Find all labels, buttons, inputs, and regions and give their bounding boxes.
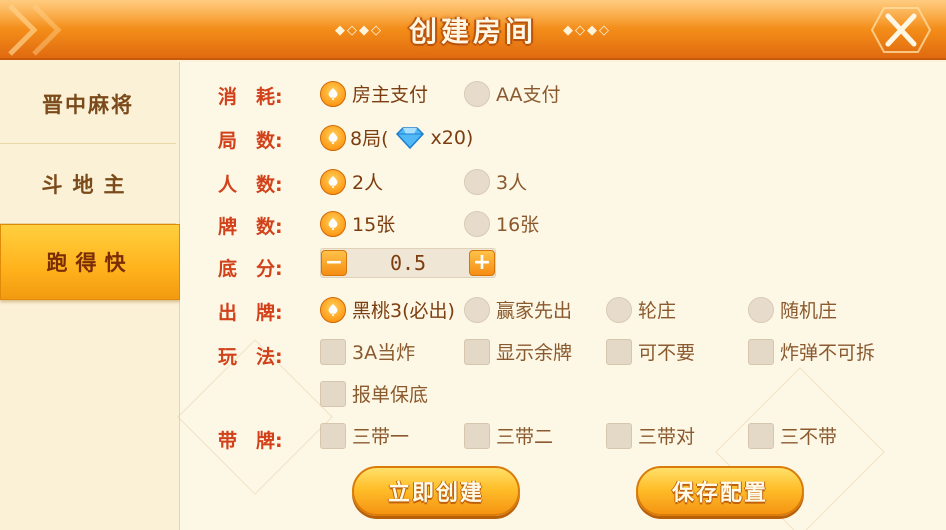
checkbox-icon xyxy=(606,338,632,365)
checkbox-label: 炸弹不可拆 xyxy=(780,342,876,364)
base-score-value: 0.5 xyxy=(389,251,427,275)
radio-label: 16张 xyxy=(496,214,540,236)
radio-unselected-icon xyxy=(606,296,632,323)
checkbox-icon xyxy=(748,422,774,449)
radio-unselected-icon xyxy=(464,80,490,107)
players-2-radio[interactable]: 2人 xyxy=(320,168,383,195)
checkbox-label: 三带对 xyxy=(638,426,696,448)
settings-panel: 消 耗: 房主支付 AA支付 局 数: 8局( x20) 人 数: 2人 3人 xyxy=(177,62,946,530)
players-label: 人 数: xyxy=(218,174,283,196)
create-room-button[interactable]: 立即创建 xyxy=(352,466,520,516)
decrement-button[interactable]: − xyxy=(321,250,347,276)
checkbox-label: 报单保底 xyxy=(352,384,429,406)
radio-selected-icon xyxy=(320,124,346,151)
play-first-random-radio[interactable]: 随机庄 xyxy=(748,296,837,323)
radio-label: 3人 xyxy=(496,172,528,194)
radio-selected-icon xyxy=(320,210,346,237)
radio-selected-icon xyxy=(320,168,346,195)
play-first-label: 出 牌: xyxy=(218,302,283,324)
rule-show-remaining-checkbox[interactable]: 显示余牌 xyxy=(464,338,572,365)
title-deco-left: ◆◇◆◇ xyxy=(334,22,383,38)
radio-unselected-icon xyxy=(464,210,490,237)
radio-label: 2人 xyxy=(352,172,384,194)
radio-unselected-icon xyxy=(464,296,490,323)
diamond-gem-icon xyxy=(395,126,424,149)
consume-owner-pay-radio[interactable]: 房主支付 xyxy=(320,80,428,107)
checkbox-icon xyxy=(464,422,490,449)
with-three-pair-checkbox[interactable]: 三带对 xyxy=(606,422,695,449)
radio-unselected-icon xyxy=(464,168,490,195)
consume-aa-pay-radio[interactable]: AA支付 xyxy=(464,80,561,107)
rule-3a-bomb-checkbox[interactable]: 3A当炸 xyxy=(320,338,415,365)
sidebar-item-label: 晋中麻将 xyxy=(42,92,134,117)
radio-label: 黑桃3(必出) xyxy=(352,300,455,322)
with-three-two-checkbox[interactable]: 三带二 xyxy=(464,422,553,449)
radio-label: 赢家先出 xyxy=(496,300,573,322)
radio-label: 随机庄 xyxy=(780,300,838,322)
checkbox-label: 3A当炸 xyxy=(352,342,416,364)
with-cards-label: 带 牌: xyxy=(218,430,283,452)
close-icon xyxy=(870,7,932,53)
cards-15-radio[interactable]: 15张 xyxy=(320,210,395,237)
radio-label: 8局( xyxy=(350,128,389,150)
play-first-rotate-radio[interactable]: 轮庄 xyxy=(606,296,676,323)
radio-label: 房主支付 xyxy=(352,84,429,106)
base-score-label: 底 分: xyxy=(218,258,283,280)
rule-can-pass-checkbox[interactable]: 可不要 xyxy=(606,338,695,365)
sidebar-item-label: 跑得快 xyxy=(46,251,134,275)
header-bar: ◆◇◆◇ 创建房间 ◆◇◆◇ xyxy=(0,0,946,60)
radio-label: 15张 xyxy=(352,214,396,236)
consume-label: 消 耗: xyxy=(218,86,283,108)
play-first-spade3-radio[interactable]: 黑桃3(必出) xyxy=(320,296,455,323)
sidebar-item-jinzhong-mahjong[interactable]: 晋中麻将 xyxy=(0,64,176,144)
rounds-label: 局 数: xyxy=(218,130,283,152)
sidebar-item-doudizhu[interactable]: 斗地主 xyxy=(0,144,176,224)
with-three-one-checkbox[interactable]: 三带一 xyxy=(320,422,409,449)
checkbox-label: 显示余牌 xyxy=(496,342,573,364)
checkbox-label: 三不带 xyxy=(780,426,838,448)
play-first-winner-radio[interactable]: 赢家先出 xyxy=(464,296,572,323)
checkbox-icon xyxy=(748,338,774,365)
checkbox-icon xyxy=(464,338,490,365)
gem-cost: x20) xyxy=(430,126,474,149)
radio-selected-icon xyxy=(320,296,346,323)
base-score-stepper: − 0.5 + xyxy=(320,248,496,278)
checkbox-label: 可不要 xyxy=(638,342,696,364)
checkbox-label: 三带一 xyxy=(352,426,410,448)
rule-bomb-no-split-checkbox[interactable]: 炸弹不可拆 xyxy=(748,338,875,365)
radio-selected-icon xyxy=(320,80,346,107)
sidebar-item-paodekuai[interactable]: 跑得快 xyxy=(0,224,180,300)
checkbox-icon xyxy=(320,422,346,449)
sidebar-item-label: 斗地主 xyxy=(41,172,135,197)
cards-label: 牌 数: xyxy=(218,216,283,238)
checkbox-label: 三带二 xyxy=(496,426,554,448)
page-title: 创建房间 xyxy=(408,15,537,48)
increment-button[interactable]: + xyxy=(469,250,495,276)
radio-label: 轮庄 xyxy=(638,300,677,322)
game-sidebar: 晋中麻将 斗地主 跑得快 xyxy=(0,62,180,530)
radio-label: AA支付 xyxy=(496,84,561,106)
checkbox-icon xyxy=(606,422,632,449)
close-button[interactable] xyxy=(864,4,938,56)
checkbox-icon xyxy=(320,380,346,407)
players-3-radio[interactable]: 3人 xyxy=(464,168,527,195)
rounds-8-radio[interactable]: 8局( x20) xyxy=(320,124,473,151)
cards-16-radio[interactable]: 16张 xyxy=(464,210,539,237)
radio-unselected-icon xyxy=(748,296,774,323)
checkbox-icon xyxy=(320,338,346,365)
with-three-none-checkbox[interactable]: 三不带 xyxy=(748,422,837,449)
rule-single-guarantee-checkbox[interactable]: 报单保底 xyxy=(320,380,428,407)
save-config-button[interactable]: 保存配置 xyxy=(636,466,804,516)
title-deco-right: ◆◇◆◇ xyxy=(563,22,611,38)
rules-label: 玩 法: xyxy=(218,346,283,368)
